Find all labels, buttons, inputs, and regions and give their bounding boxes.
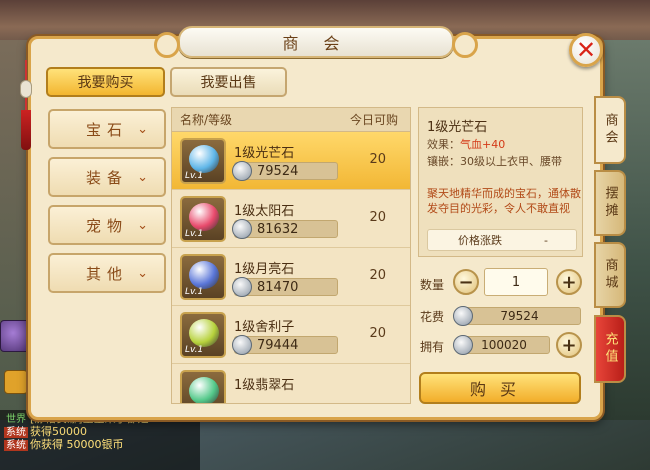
category-gem[interactable]: 宝石 ⌄ xyxy=(48,109,166,149)
category-label: 装备 xyxy=(85,168,128,187)
detail-title: 1级光芒石 xyxy=(427,120,488,135)
gem-icon: Lv.1 xyxy=(180,312,226,358)
own-label: 拥有 xyxy=(420,340,445,354)
chat-icon[interactable] xyxy=(4,370,28,394)
gem-icon: Lv.1 xyxy=(180,254,226,300)
quantity-input[interactable]: 1 xyxy=(484,268,548,296)
category-equipment[interactable]: 装备 ⌄ xyxy=(48,157,166,197)
gem-icon: Lv.1 xyxy=(180,370,226,404)
list-item[interactable]: Lv.1 1级月亮石 81470 20 xyxy=(172,248,410,306)
tab-sell[interactable]: 我要出售 xyxy=(170,67,287,97)
category-other[interactable]: 其他 ⌄ xyxy=(48,253,166,293)
silver-coin-icon xyxy=(232,277,252,297)
item-level: Lv.1 xyxy=(185,171,204,181)
chat-line: 系统 你获得 50000银币 xyxy=(4,438,124,451)
detail-description[interactable]: 聚天地精华而成的宝石，通体散发夺目的光彩，令人不敢直视 xyxy=(427,186,581,221)
item-name: 1级太阳石 xyxy=(234,204,295,219)
silver-coin-icon xyxy=(232,161,252,181)
add-funds-button[interactable]: + xyxy=(556,332,582,358)
chevron-down-icon: ⌄ xyxy=(137,122,154,137)
gem-icon: Lv.1 xyxy=(180,196,226,242)
silver-coin-icon xyxy=(232,335,252,355)
item-daily-limit: 20 xyxy=(369,268,386,283)
chevron-down-icon: ⌄ xyxy=(137,170,154,185)
list-item[interactable]: Lv.1 1级舍利子 79444 20 xyxy=(172,306,410,364)
panel-title: 商 会 xyxy=(154,26,478,58)
item-detail: 1级光芒石 效果：气血+40 镶嵌：30级以上衣甲、腰带 聚天地精华而成的宝石，… xyxy=(418,107,583,257)
gem-stone xyxy=(189,145,219,173)
item-level: Lv.1 xyxy=(185,229,204,239)
category-label: 宝石 xyxy=(85,120,128,139)
detail-effect: 效果：气血+40 xyxy=(427,138,506,151)
decrease-button[interactable]: − xyxy=(453,269,479,295)
plus-icon: + xyxy=(561,334,577,356)
minus-icon: − xyxy=(458,271,474,293)
qty-label: 数量 xyxy=(420,278,445,292)
silver-coin-icon xyxy=(232,219,252,239)
list-header: 名称/等级 今日可购 xyxy=(172,108,410,132)
detail-inlay: 镶嵌：30级以上衣甲、腰带 xyxy=(427,155,562,168)
own-display: 100020 xyxy=(453,335,550,355)
category-label: 其他 xyxy=(85,264,128,283)
gem-stone xyxy=(189,261,219,289)
tassel-ornament xyxy=(18,60,34,150)
item-daily-limit: 20 xyxy=(369,152,386,167)
item-name: 1级光芒石 xyxy=(234,146,295,161)
item-price: 79524 xyxy=(232,161,338,181)
item-name: 1级舍利子 xyxy=(234,320,295,335)
gem-stone xyxy=(189,203,219,231)
side-tab-recharge[interactable]: 充值 xyxy=(594,315,626,383)
cost-display: 79524 xyxy=(453,306,581,326)
item-name: 1级月亮石 xyxy=(234,262,295,277)
item-level: Lv.1 xyxy=(185,345,204,355)
header-qty: 今日可购 xyxy=(349,113,398,127)
list-item[interactable]: Lv.1 1级翡翠石 xyxy=(172,364,410,404)
item-price: 79444 xyxy=(232,335,338,355)
item-name: 1级翡翠石 xyxy=(234,378,295,393)
item-price: 81632 xyxy=(232,219,338,239)
close-button[interactable]: ✕ xyxy=(569,33,603,67)
item-level: Lv.1 xyxy=(185,287,204,297)
chat-line: 系统 获得50000 xyxy=(4,425,87,438)
side-tab-mall[interactable]: 商城 xyxy=(594,242,626,308)
category-pet[interactable]: 宠物 ⌄ xyxy=(48,205,166,245)
gem-stone xyxy=(189,377,219,403)
gem-icon: Lv.1 xyxy=(180,138,226,184)
list-item[interactable]: Lv.1 1级光芒石 79524 20 xyxy=(172,132,410,190)
header-name: 名称/等级 xyxy=(180,113,233,127)
category-label: 宠物 xyxy=(85,216,128,235)
item-level: Lv.1 xyxy=(185,403,203,404)
item-daily-limit: 20 xyxy=(369,210,386,225)
side-tab-guild-shop[interactable]: 商会 xyxy=(594,96,626,164)
tab-buy[interactable]: 我要购买 xyxy=(46,67,165,97)
close-icon: ✕ xyxy=(575,36,597,64)
chevron-down-icon: ⌄ xyxy=(137,218,154,233)
gem-stone xyxy=(189,319,219,347)
item-daily-limit: 20 xyxy=(369,326,386,341)
item-list[interactable]: 名称/等级 今日可购 Lv.1 1级光芒石 79524 20 Lv.1 1级太阳石 8163… xyxy=(171,107,411,404)
cost-label: 花费 xyxy=(420,310,445,324)
buy-button[interactable]: 购买 xyxy=(419,372,581,404)
price-trend: 价格涨跌 - xyxy=(427,229,577,251)
plus-icon: + xyxy=(561,271,577,293)
increase-button[interactable]: + xyxy=(556,269,582,295)
side-tab-stall[interactable]: 摆摊 xyxy=(594,170,626,236)
chevron-down-icon: ⌄ xyxy=(137,266,154,281)
item-price: 81470 xyxy=(232,277,338,297)
list-item[interactable]: Lv.1 1级太阳石 81632 20 xyxy=(172,190,410,248)
